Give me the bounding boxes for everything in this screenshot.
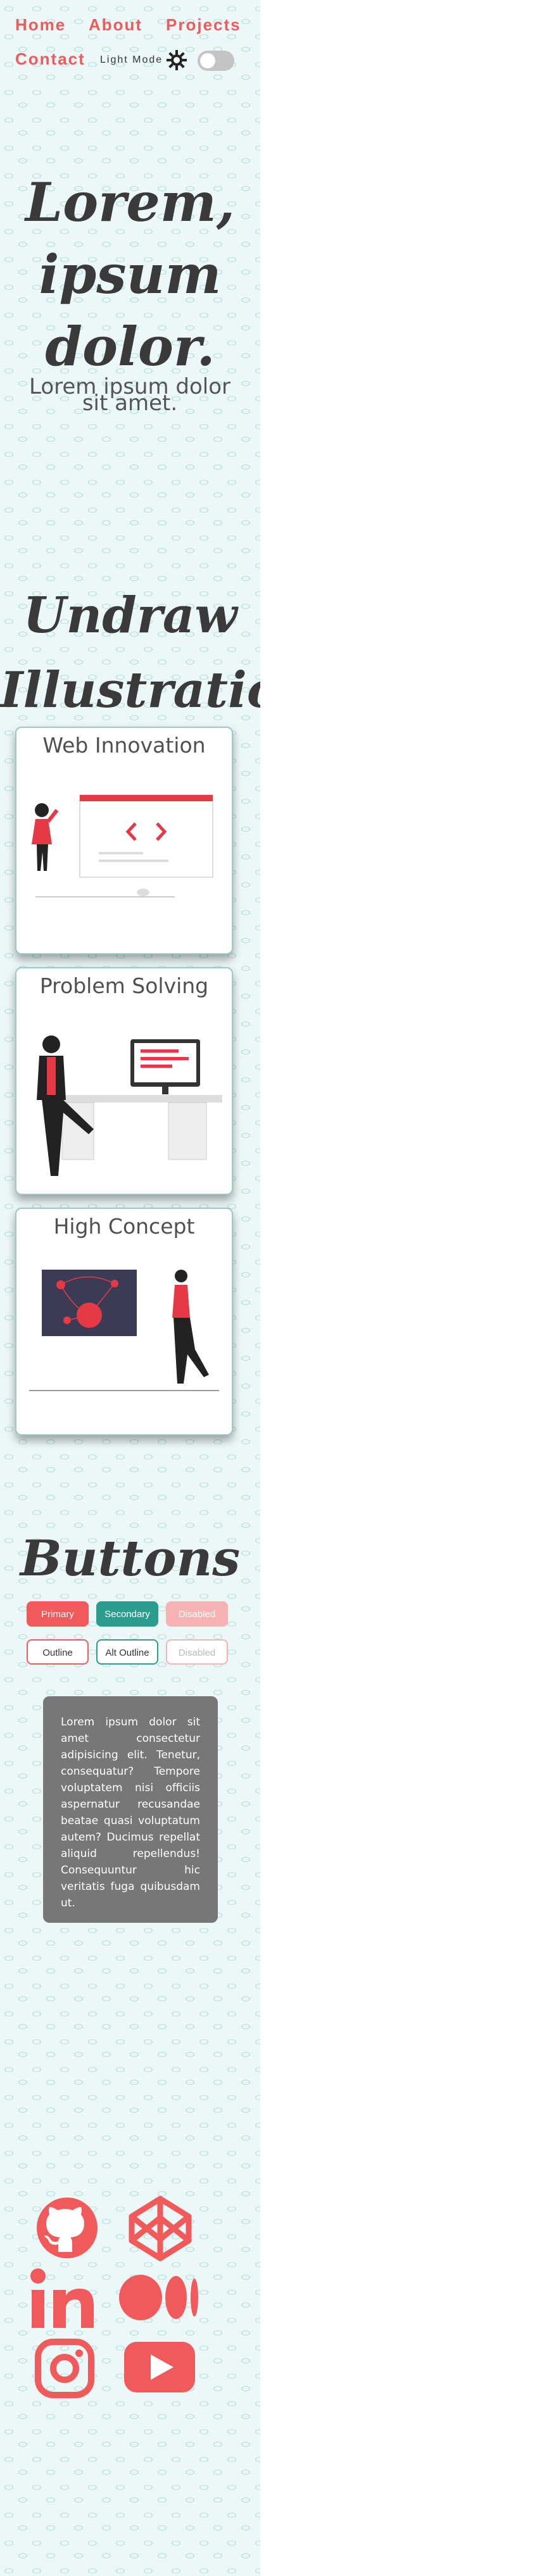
hero-title-line1: Lorem,: [25, 171, 235, 234]
primary-button[interactable]: Primary: [27, 1601, 89, 1627]
codepen-icon[interactable]: [125, 2194, 195, 2263]
buttons-heading: Buttons: [20, 1530, 241, 1587]
text-panel: Lorem ipsum dolor sit amet consectetur a…: [43, 1696, 218, 1923]
toggle-knob: [200, 53, 215, 68]
github-icon[interactable]: [35, 2196, 99, 2260]
sun-icon[interactable]: [166, 49, 187, 71]
card-web-innovation: Web Innovation: [15, 727, 233, 954]
card-title: High Concept: [53, 1214, 195, 1239]
problem-solving-illustration: [37, 1035, 222, 1176]
patterned-background: Home About Projects Contact Light Mode L…: [0, 0, 260, 2576]
card-title: Web Innovation: [42, 733, 206, 758]
outline-button[interactable]: Outline: [27, 1639, 89, 1665]
nav-projects-link[interactable]: Projects: [166, 15, 241, 35]
theme-toggle[interactable]: [198, 51, 234, 71]
youtube-icon[interactable]: [123, 2341, 196, 2394]
nav-home-link[interactable]: Home: [15, 15, 66, 35]
alt-outline-button[interactable]: Alt Outline: [96, 1639, 158, 1665]
illustrations-heading-line1: Undraw: [23, 587, 237, 644]
linkedin-icon[interactable]: [28, 2267, 98, 2330]
disabled-button: Disabled: [166, 1601, 228, 1627]
card-problem-solving: Problem Solving: [15, 967, 233, 1195]
web-innovation-illustration: [32, 794, 213, 897]
disabled-outline-button: Disabled: [166, 1639, 228, 1665]
hero-subtitle: Lorem ipsum dolor sit amet.: [28, 374, 231, 416]
high-concept-illustration: [29, 1270, 219, 1391]
card-title: Problem Solving: [39, 973, 209, 998]
illustrations-heading-line2: Illustrations: [0, 661, 260, 719]
card-high-concept: High Concept: [15, 1208, 233, 1435]
medium-icon[interactable]: [118, 2272, 200, 2323]
nav-contact-link[interactable]: Contact: [15, 49, 85, 69]
instagram-icon[interactable]: [34, 2338, 95, 2399]
secondary-button[interactable]: Secondary: [96, 1601, 158, 1627]
hero-title-line3: dolor.: [45, 315, 215, 378]
nav-about-link[interactable]: About: [89, 15, 142, 35]
theme-mode-label: Light Mode: [100, 54, 163, 65]
hero-title-line2: ipsum: [39, 243, 222, 306]
